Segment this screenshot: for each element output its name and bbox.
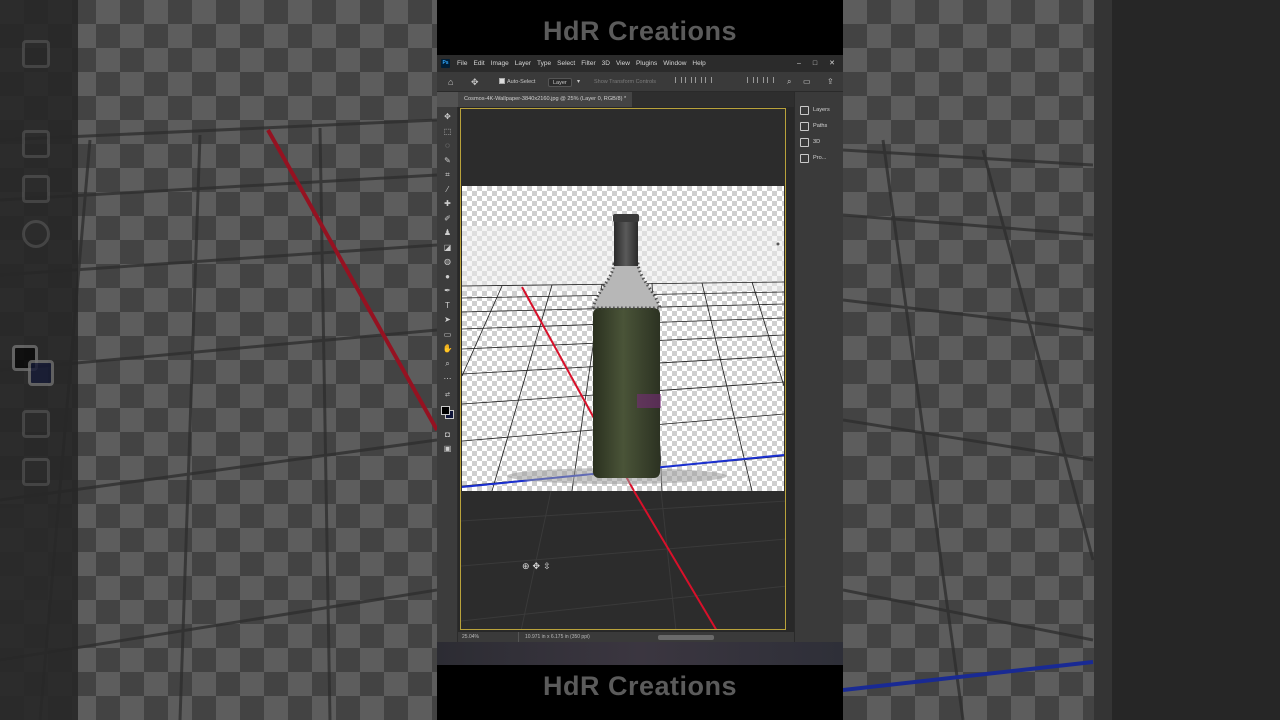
- menu-window[interactable]: Window: [663, 55, 686, 72]
- panel-paths[interactable]: Paths: [800, 120, 827, 132]
- blurred-background-left: [0, 0, 437, 720]
- 3d-cube-icon: [800, 137, 809, 147]
- move-tool-icon[interactable]: ✥: [442, 111, 453, 122]
- panel-layers[interactable]: Layers: [800, 104, 830, 116]
- pan-3d-camera-icon[interactable]: ✥: [533, 561, 541, 572]
- show-transform-controls[interactable]: Show Transform Controls: [594, 72, 656, 92]
- document-workspace: ⊕ ✥ ⇳: [458, 107, 794, 637]
- 3d-camera-controls: ⊕ ✥ ⇳: [522, 561, 551, 572]
- healing-brush-icon[interactable]: ✚: [442, 198, 453, 209]
- menu-3d[interactable]: 3D: [602, 55, 610, 72]
- menu-help[interactable]: Help: [692, 55, 705, 72]
- wine-bottle-3d-model[interactable]: [591, 214, 663, 478]
- screen-mode-icon[interactable]: ▣: [442, 443, 453, 454]
- quick-select-tool-icon[interactable]: ✎: [442, 155, 453, 166]
- panel-paths-label: Paths: [813, 123, 828, 129]
- photoshop-logo-icon: Ps: [441, 59, 450, 68]
- align-icons-group[interactable]: [675, 72, 715, 92]
- menu-edit[interactable]: Edit: [473, 55, 484, 72]
- zoom-tool-icon[interactable]: ⌕: [442, 358, 453, 369]
- move-tool-icon[interactable]: ✥: [471, 72, 479, 92]
- watermark-title-bottom: HdR Creations: [542, 671, 738, 701]
- video-center-column: HdR Creations Ps File Edit Image Layer T…: [437, 0, 843, 720]
- auto-select-checkbox[interactable]: Auto-Select: [499, 72, 535, 92]
- auto-select-label: Auto-Select: [507, 79, 536, 85]
- clone-stamp-icon[interactable]: ♟: [442, 227, 453, 238]
- pen-tool-icon[interactable]: ✒: [442, 285, 453, 296]
- dolly-3d-camera-icon[interactable]: ⇳: [543, 561, 551, 572]
- eraser-tool-icon[interactable]: ◪: [442, 242, 453, 253]
- canvas-pasteboard-grid: [461, 491, 785, 629]
- home-icon[interactable]: ⌂: [448, 72, 453, 92]
- crop-tool-icon[interactable]: ⌗: [442, 169, 453, 180]
- marquee-tool-icon[interactable]: ⬚: [442, 126, 453, 137]
- horizontal-scrollbar[interactable]: [658, 635, 714, 640]
- panel-3d[interactable]: 3D: [800, 136, 820, 148]
- blurred-background-right: [843, 0, 1280, 720]
- maximize-button[interactable]: □: [813, 55, 817, 72]
- photoshop-window: Ps File Edit Image Layer Type Select Fil…: [437, 55, 843, 665]
- workspace-icon[interactable]: ▭: [803, 72, 811, 92]
- scene-light-marker: [776, 242, 780, 246]
- image-layer-0: [462, 186, 784, 491]
- properties-icon: [800, 153, 809, 163]
- search-icon[interactable]: ⌕: [787, 72, 791, 92]
- options-bar: ⌂ ✥ Auto-Select Layer ▾ Show Transform C…: [437, 72, 843, 92]
- distribute-icons-group[interactable]: [747, 72, 777, 92]
- foreground-color-swatch[interactable]: [441, 406, 450, 415]
- paths-icon: [800, 121, 809, 131]
- menu-image[interactable]: Image: [491, 55, 509, 72]
- document-tab-bar: Cosmos-4K-Wallpaper-3840x2160.jpg @ 25% …: [458, 92, 794, 107]
- menu-view[interactable]: View: [616, 55, 630, 72]
- share-icon[interactable]: ⇪: [827, 72, 834, 92]
- close-button[interactable]: ✕: [829, 55, 835, 72]
- minimize-button[interactable]: –: [797, 55, 801, 72]
- menu-list: File Edit Image Layer Type Select Filter…: [457, 55, 706, 72]
- hand-tool-icon[interactable]: ✋: [442, 343, 453, 354]
- tools-panel: ✥ ⬚ ◌ ✎ ⌗ ⁄ ✚ ✐ ♟ ◪ ◍ ● ✒ T ➤ ▭ ✋ ⌕ ⋯ ⇄: [437, 107, 458, 642]
- taskbar-strip: [437, 642, 843, 665]
- video-frame: HdR Creations Ps File Edit Image Layer T…: [0, 0, 1280, 720]
- checkbox-icon: [499, 78, 505, 84]
- more-tools-icon[interactable]: ⋯: [442, 373, 453, 384]
- brush-tool-icon[interactable]: ✐: [442, 213, 453, 224]
- layer-dropdown[interactable]: Layer: [548, 78, 572, 87]
- menu-layer[interactable]: Layer: [515, 55, 531, 72]
- layers-icon: [800, 105, 809, 115]
- shape-tool-icon[interactable]: ▭: [442, 329, 453, 340]
- menu-select[interactable]: Select: [557, 55, 575, 72]
- menu-plugins[interactable]: Plugins: [636, 55, 657, 72]
- 3d-scene: [462, 214, 784, 491]
- menu-file[interactable]: File: [457, 55, 467, 72]
- panel-layers-label: Layers: [813, 107, 830, 113]
- swap-colors-icon[interactable]: ⇄: [442, 390, 453, 401]
- chevron-down-icon: ▾: [577, 79, 581, 85]
- quick-mask-icon[interactable]: ◘: [442, 429, 453, 440]
- panel-dock: Layers Paths 3D Pro...: [794, 92, 843, 643]
- path-select-icon[interactable]: ➤: [442, 314, 453, 325]
- canvas[interactable]: ⊕ ✥ ⇳: [460, 108, 786, 630]
- menu-filter[interactable]: Filter: [581, 55, 595, 72]
- document-tab[interactable]: Cosmos-4K-Wallpaper-3840x2160.jpg @ 25% …: [458, 92, 633, 107]
- type-tool-icon[interactable]: T: [442, 300, 453, 311]
- dodge-tool-icon[interactable]: ●: [442, 271, 453, 282]
- window-controls: – □ ✕: [797, 55, 835, 72]
- orbit-3d-camera-icon[interactable]: ⊕: [522, 561, 530, 572]
- eyedropper-tool-icon[interactable]: ⁄: [442, 184, 453, 195]
- panel-properties-label: Pro...: [813, 155, 827, 161]
- menu-bar: Ps File Edit Image Layer Type Select Fil…: [437, 55, 843, 72]
- watermark-title-top: HdR Creations: [542, 16, 738, 46]
- panel-properties[interactable]: Pro...: [800, 152, 826, 164]
- panel-3d-label: 3D: [813, 139, 821, 145]
- gradient-tool-icon[interactable]: ◍: [442, 256, 453, 267]
- menu-type[interactable]: Type: [537, 55, 551, 72]
- lasso-tool-icon[interactable]: ◌: [442, 140, 453, 151]
